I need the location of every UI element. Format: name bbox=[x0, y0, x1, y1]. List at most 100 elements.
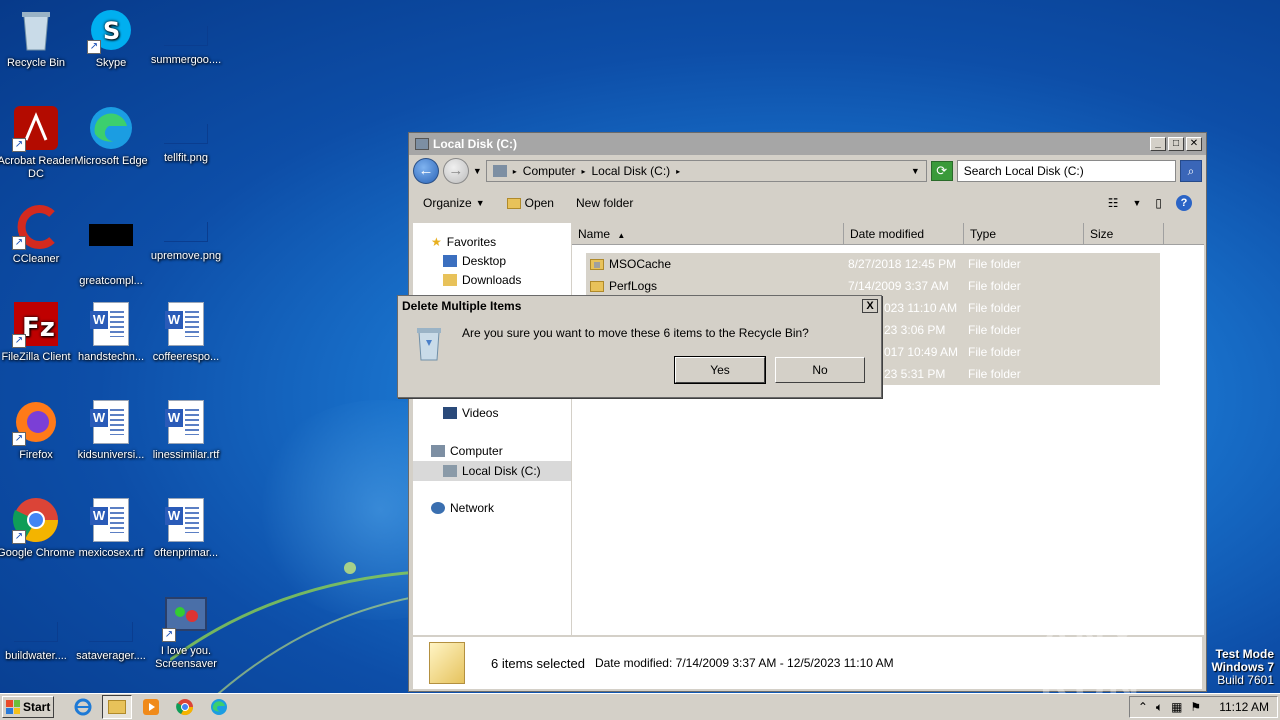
desktop-icon-label: coffeerespo... bbox=[152, 351, 220, 363]
delete-confirm-dialog[interactable]: Delete Multiple Items X Are you sure you… bbox=[397, 295, 882, 398]
system-tray: ⌃ 🔈︎ ▦ ⚑ 11:12 AM bbox=[1128, 696, 1278, 718]
desktop-icon-recycle-bin[interactable]: Recycle Bin bbox=[0, 6, 76, 70]
show-hidden-icons-icon[interactable]: ⌃ bbox=[1138, 700, 1148, 714]
view-options-icon[interactable]: ☷ bbox=[1108, 196, 1119, 210]
taskbar-explorer-icon[interactable] bbox=[102, 695, 132, 719]
file-name: MSOCache bbox=[609, 257, 672, 271]
table-row[interactable]: PerfLogs 7/14/2009 3:37 AM File folder bbox=[586, 275, 1160, 297]
start-button[interactable]: Start bbox=[2, 696, 54, 718]
navigation-pane: ★ Favorites Desktop Downloads Videos Com… bbox=[413, 223, 571, 635]
organize-button[interactable]: Organize ▼ bbox=[423, 196, 485, 210]
desktop-icon-screensaver[interactable]: ↗ I love you. Screensaver bbox=[146, 594, 226, 671]
chevron-right-icon[interactable]: ▸ bbox=[676, 167, 680, 176]
desktop-icon-label: FileZilla Client bbox=[1, 351, 71, 363]
new-folder-button[interactable]: New folder bbox=[576, 196, 633, 210]
desktop-icon-mexicosex[interactable]: W mexicosex.rtf bbox=[71, 496, 151, 560]
desktop-icon-oftenprimar[interactable]: W oftenprimar... bbox=[146, 496, 226, 560]
recent-pages-chevron-icon[interactable]: ▼ bbox=[473, 166, 482, 176]
desktop-icon-kidsuniversi[interactable]: W kidsuniversi... bbox=[71, 398, 151, 462]
desktop-icon-filezilla[interactable]: Fz ↗ FileZilla Client bbox=[0, 300, 76, 364]
action-center-flag-icon[interactable]: ⚑ bbox=[1190, 700, 1201, 714]
column-size[interactable]: Size bbox=[1084, 223, 1164, 244]
desktop-icon-edge[interactable]: Microsoft Edge bbox=[71, 104, 151, 168]
desktop-icon-skype[interactable]: S ↗ Skype bbox=[71, 6, 151, 70]
chevron-down-icon[interactable]: ▼ bbox=[1132, 198, 1141, 208]
close-button[interactable]: ✕ bbox=[1186, 137, 1202, 151]
nav-network[interactable]: Network bbox=[431, 501, 494, 515]
desktop-icon-acrobat[interactable]: ↗ Acrobat Reader DC bbox=[0, 104, 76, 181]
nav-local-disk[interactable]: Local Disk (C:) bbox=[413, 461, 571, 481]
shortcut-arrow-icon: ↗ bbox=[12, 236, 26, 250]
nav-favorites[interactable]: ★ Favorites bbox=[431, 235, 496, 249]
refresh-button[interactable]: ⟳ bbox=[930, 161, 953, 181]
desktop-icon-sataverager[interactable]: sataverager.... bbox=[71, 602, 151, 663]
filezilla-icon: Fz ↗ bbox=[12, 300, 60, 348]
nav-downloads[interactable]: Downloads bbox=[443, 273, 521, 287]
desktop-icon-buildwater[interactable]: buildwater.... bbox=[0, 602, 76, 663]
taskbar-chrome-icon[interactable] bbox=[170, 695, 200, 719]
nav-desktop[interactable]: Desktop bbox=[443, 254, 506, 268]
nav-label: Local Disk (C:) bbox=[462, 464, 541, 478]
taskbar-ie-icon[interactable] bbox=[68, 695, 98, 719]
nav-label: Computer bbox=[450, 444, 503, 458]
screensaver-icon: ↗ bbox=[162, 594, 210, 642]
nav-computer[interactable]: Computer bbox=[431, 444, 503, 458]
desktop-icon-linessimilar[interactable]: W linessimilar.rtf bbox=[146, 398, 226, 462]
window-titlebar[interactable]: Local Disk (C:) _ □ ✕ bbox=[409, 133, 1206, 155]
desktop-icon-handstechn[interactable]: W handstechn... bbox=[71, 300, 151, 364]
blank-image-icon bbox=[164, 26, 208, 46]
downloads-folder-icon bbox=[443, 274, 457, 286]
maximize-button[interactable]: □ bbox=[1168, 137, 1184, 151]
address-dropdown-icon[interactable]: ▼ bbox=[911, 166, 920, 176]
shortcut-arrow-icon: ↗ bbox=[162, 628, 176, 642]
preview-pane-icon[interactable]: ▯ bbox=[1155, 196, 1162, 210]
forward-button[interactable]: → bbox=[442, 158, 469, 184]
file-list[interactable]: Name ▲ Date modified Type Size MSOCache … bbox=[572, 223, 1204, 635]
explorer-window[interactable]: Local Disk (C:) _ □ ✕ ← → ▼ ▸ Computer ▸… bbox=[408, 132, 1207, 692]
desktop-icon-label: Skype bbox=[95, 57, 127, 69]
desktop-icon-upremove[interactable]: upremove.png bbox=[146, 202, 226, 263]
close-button[interactable]: X bbox=[862, 299, 878, 313]
breadcrumb-computer[interactable]: Computer bbox=[523, 164, 576, 178]
minimize-button[interactable]: _ bbox=[1150, 137, 1166, 151]
column-type[interactable]: Type bbox=[964, 223, 1084, 244]
desktop-icon-label: sataverager.... bbox=[76, 650, 146, 662]
dialog-title: Delete Multiple Items bbox=[402, 299, 522, 313]
desktop-icon-coffeerespo[interactable]: W coffeerespo... bbox=[146, 300, 226, 364]
edge-icon bbox=[87, 104, 135, 152]
nav-videos[interactable]: Videos bbox=[443, 406, 498, 420]
desktop-icon-label: linessimilar.rtf bbox=[152, 449, 220, 461]
taskbar-media-player-icon[interactable] bbox=[136, 695, 166, 719]
desktop-icon-ccleaner[interactable]: ↗ CCleaner bbox=[0, 202, 76, 266]
desktop-icon-firefox[interactable]: ↗ Firefox bbox=[0, 398, 76, 462]
search-icon[interactable]: ⌕ bbox=[1180, 160, 1202, 182]
no-button[interactable]: No bbox=[775, 357, 865, 383]
os-build-label: Test Mode Windows 7 Build 7601 bbox=[1211, 648, 1274, 687]
chevron-right-icon[interactable]: ▸ bbox=[581, 167, 585, 176]
column-date[interactable]: Date modified bbox=[844, 223, 964, 244]
desktop-icon-chrome[interactable]: ↗ Google Chrome bbox=[0, 496, 76, 560]
table-row[interactable]: MSOCache 8/27/2018 12:45 PM File folder bbox=[586, 253, 1160, 275]
volume-icon[interactable]: 🔈︎ bbox=[1156, 700, 1163, 715]
start-label: Start bbox=[23, 700, 51, 714]
desktop-icon-tellfit[interactable]: tellfit.png bbox=[146, 104, 226, 165]
clock[interactable]: 11:12 AM bbox=[1219, 700, 1269, 714]
word-doc-icon: W bbox=[90, 498, 129, 542]
address-bar[interactable]: ▸ Computer ▸ Local Disk (C:) ▸ ▼ bbox=[485, 160, 927, 182]
recycle-bin-icon bbox=[12, 6, 60, 54]
taskbar-edge-icon[interactable] bbox=[204, 695, 234, 719]
desktop-icon-greatcompl[interactable]: greatcompl... bbox=[71, 202, 151, 288]
file-type: File folder bbox=[968, 323, 1021, 337]
breadcrumb-local-disk[interactable]: Local Disk (C:) bbox=[591, 164, 670, 178]
file-type: File folder bbox=[968, 301, 1021, 315]
dialog-titlebar[interactable]: Delete Multiple Items X bbox=[398, 296, 881, 316]
chevron-right-icon[interactable]: ▸ bbox=[513, 167, 517, 176]
desktop-icon-summergoo[interactable]: summergoo.... bbox=[146, 6, 226, 67]
yes-button[interactable]: Yes bbox=[674, 356, 766, 384]
column-name[interactable]: Name ▲ bbox=[572, 223, 844, 244]
open-button[interactable]: Open bbox=[506, 196, 554, 210]
help-icon[interactable]: ? bbox=[1176, 195, 1192, 211]
search-input[interactable]: Search Local Disk (C:) bbox=[956, 160, 1177, 182]
network-status-icon[interactable]: ▦ bbox=[1171, 700, 1182, 714]
back-button[interactable]: ← bbox=[413, 158, 439, 184]
